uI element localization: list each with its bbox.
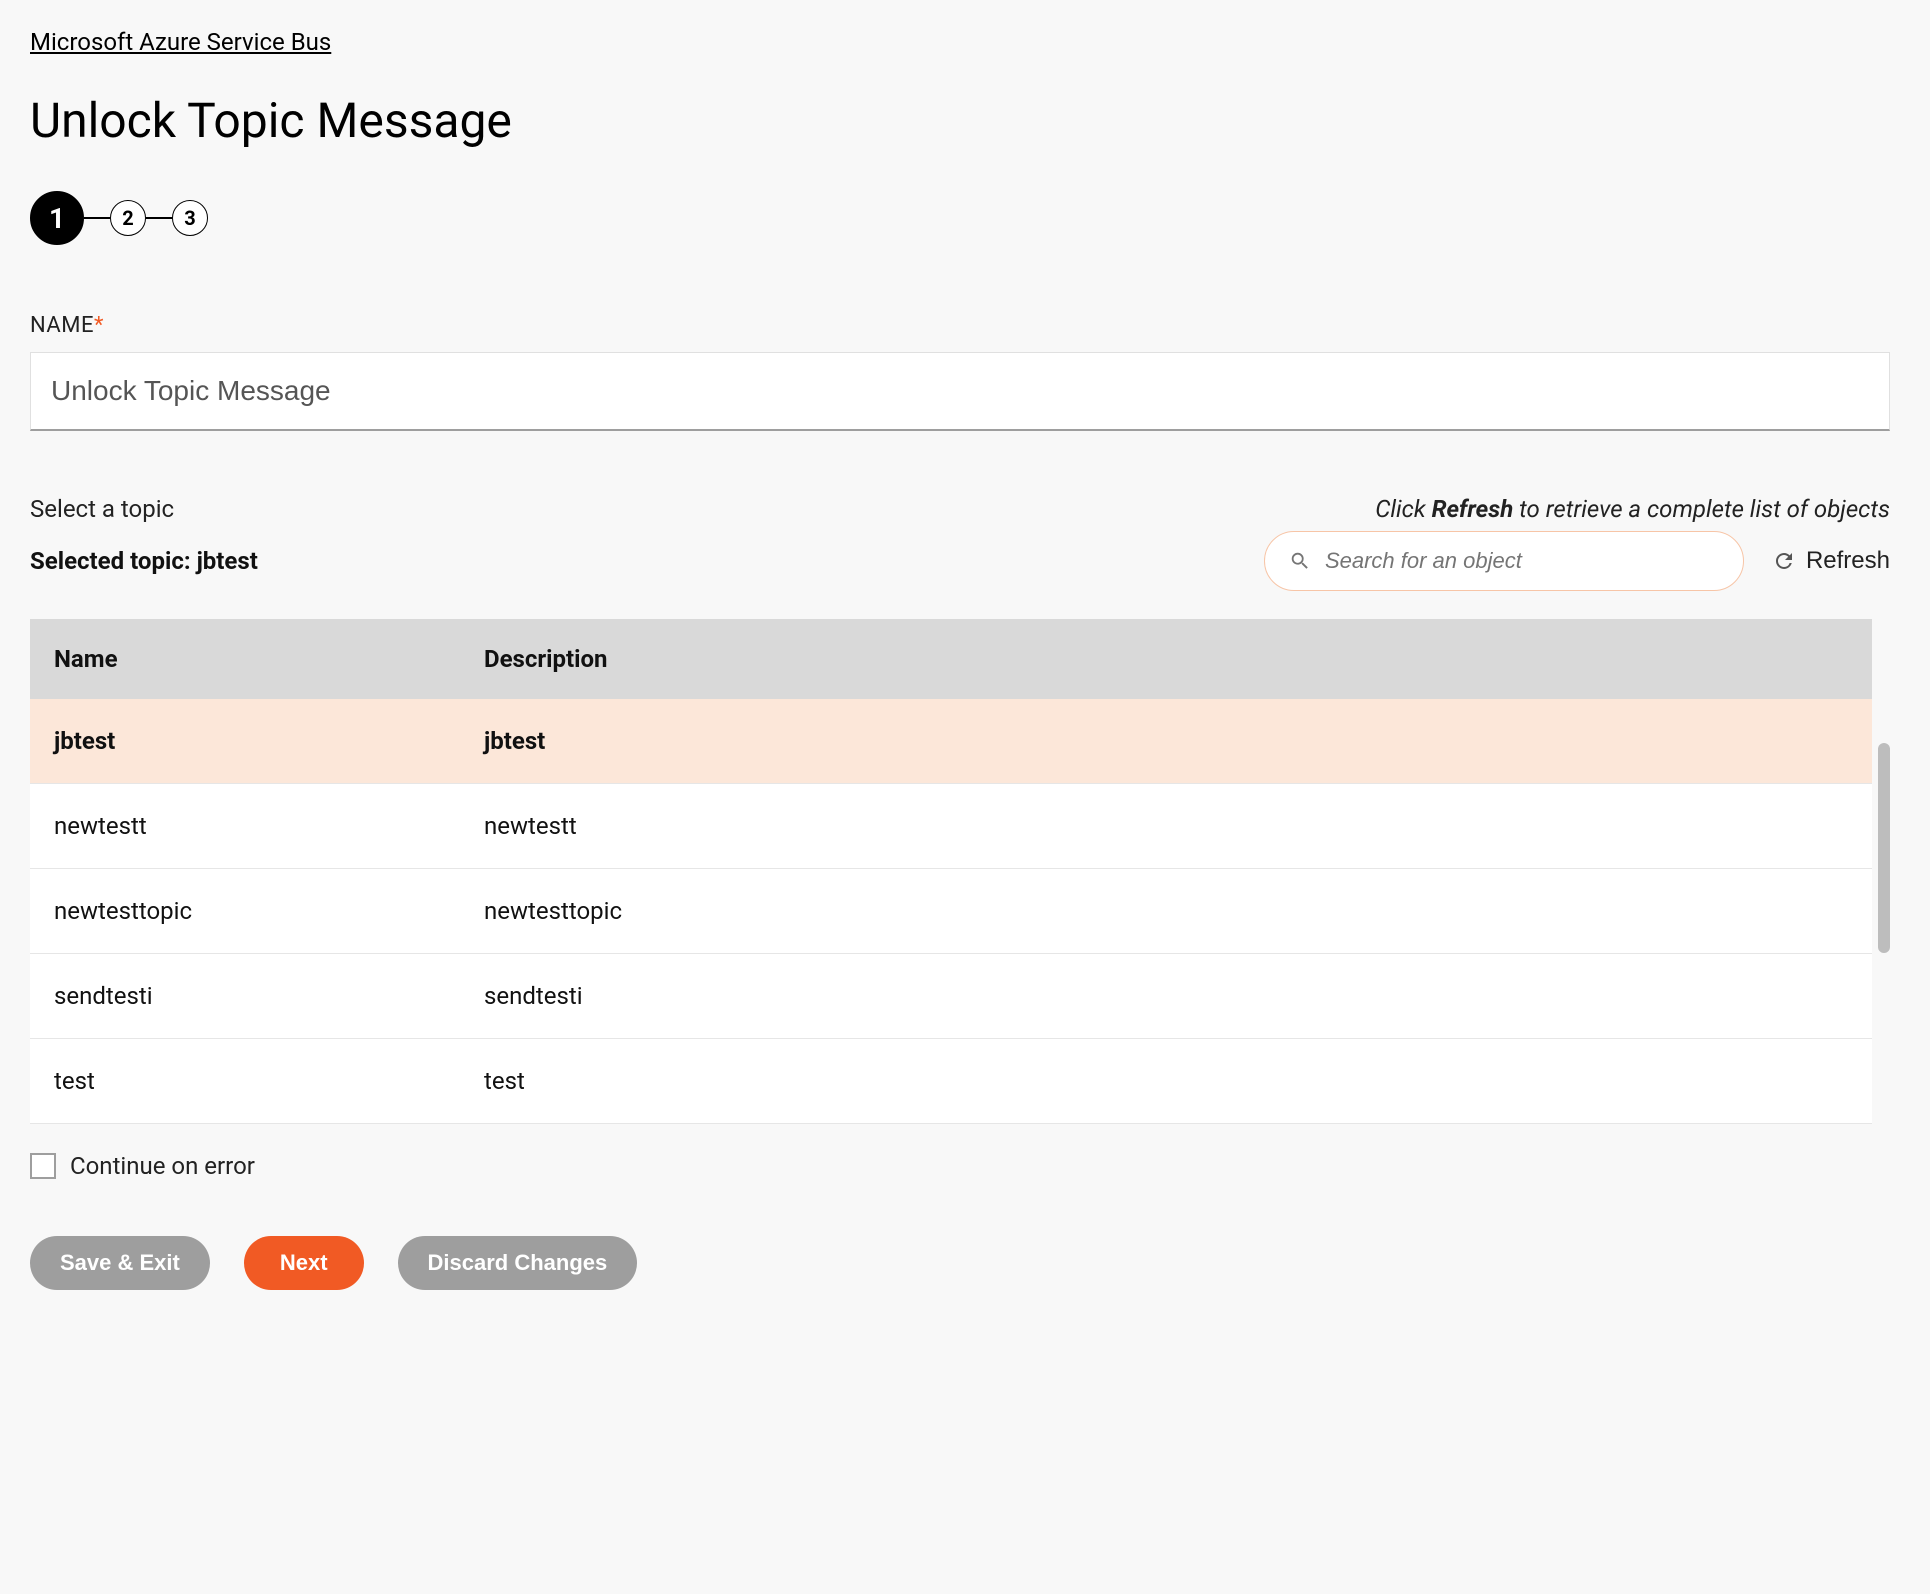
table-scrollbar[interactable] xyxy=(1874,703,1890,1124)
table-row[interactable]: sendtestisendtesti xyxy=(30,954,1872,1039)
discard-changes-button[interactable]: Discard Changes xyxy=(398,1236,638,1290)
table-row[interactable]: newtesttopicnewtesttopic xyxy=(30,869,1872,954)
search-field[interactable] xyxy=(1264,531,1744,591)
continue-on-error-label: Continue on error xyxy=(70,1152,255,1180)
save-exit-button[interactable]: Save & Exit xyxy=(30,1236,210,1290)
cell-name: newtestt xyxy=(30,784,460,869)
continue-on-error-checkbox[interactable] xyxy=(30,1153,56,1179)
table-row[interactable]: jbtestjbtest xyxy=(30,699,1872,784)
step-3[interactable]: 3 xyxy=(172,200,208,236)
footer-buttons: Save & Exit Next Discard Changes xyxy=(30,1236,1890,1290)
cell-name: jbtest xyxy=(30,699,460,784)
step-2[interactable]: 2 xyxy=(110,200,146,236)
search-icon xyxy=(1289,550,1311,572)
table-row[interactable]: testtest xyxy=(30,1039,1872,1124)
step-1[interactable]: 1 xyxy=(30,191,84,245)
table-header-row: Name Description xyxy=(30,619,1872,699)
name-input[interactable] xyxy=(30,352,1890,431)
cell-description: jbtest xyxy=(460,699,1872,784)
step-indicator: 1 2 3 xyxy=(30,191,1890,245)
cell-description: newtestt xyxy=(460,784,1872,869)
breadcrumb-link[interactable]: Microsoft Azure Service Bus xyxy=(30,28,331,56)
select-topic-label: Select a topic xyxy=(30,495,174,523)
step-connector xyxy=(146,217,172,219)
refresh-button[interactable]: Refresh xyxy=(1772,547,1890,575)
step-connector xyxy=(84,217,110,219)
refresh-hint: Click Refresh to retrieve a complete lis… xyxy=(1375,495,1890,523)
cell-name: sendtesti xyxy=(30,954,460,1039)
topic-table: Name Description jbtestjbtestnewtesttnew… xyxy=(30,619,1890,1124)
page-title: Unlock Topic Message xyxy=(30,92,1890,149)
column-header-name[interactable]: Name xyxy=(30,619,460,699)
scrollbar-thumb[interactable] xyxy=(1878,743,1890,953)
search-input[interactable] xyxy=(1311,548,1719,574)
cell-name: test xyxy=(30,1039,460,1124)
cell-description: newtesttopic xyxy=(460,869,1872,954)
table-row[interactable]: newtesttnewtestt xyxy=(30,784,1872,869)
cell-name: newtesttopic xyxy=(30,869,460,954)
cell-description: test xyxy=(460,1039,1872,1124)
next-button[interactable]: Next xyxy=(244,1236,364,1290)
name-field-label: NAME* xyxy=(30,313,1890,338)
cell-description: sendtesti xyxy=(460,954,1872,1039)
refresh-label: Refresh xyxy=(1806,547,1890,575)
column-header-description[interactable]: Description xyxy=(460,619,1872,699)
required-mark: * xyxy=(94,313,104,338)
refresh-icon xyxy=(1772,549,1796,573)
selected-topic-label: Selected topic: jbtest xyxy=(30,547,1236,575)
